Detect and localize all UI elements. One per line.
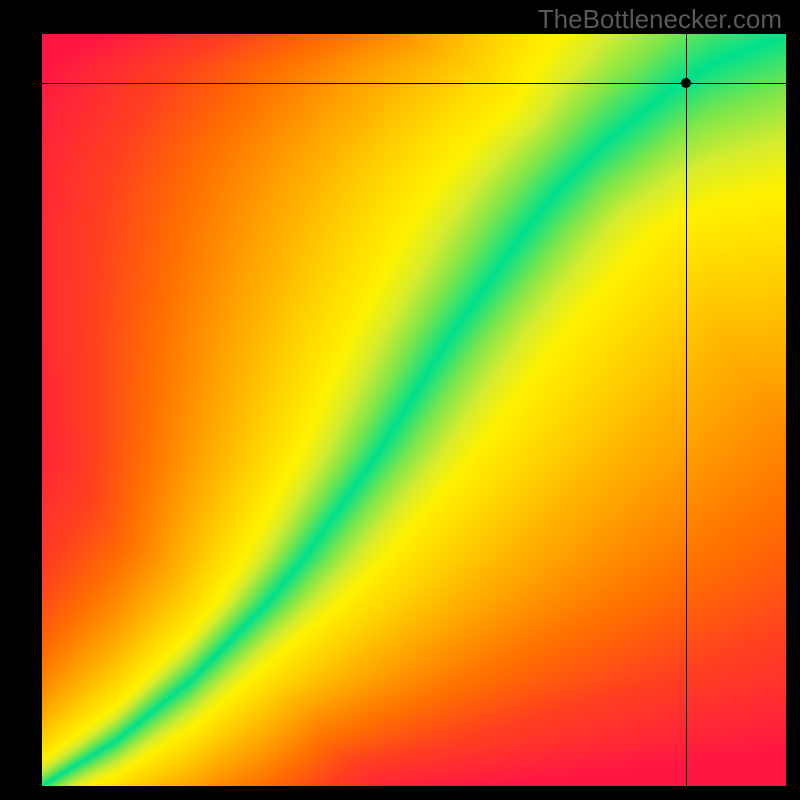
watermark-text: TheBottlenecker.com [538, 4, 782, 35]
crosshair-horizontal [42, 83, 786, 84]
heatmap-plot [42, 34, 786, 786]
crosshair-marker [681, 78, 691, 88]
crosshair-vertical [686, 34, 687, 786]
heatmap-canvas [42, 34, 786, 786]
